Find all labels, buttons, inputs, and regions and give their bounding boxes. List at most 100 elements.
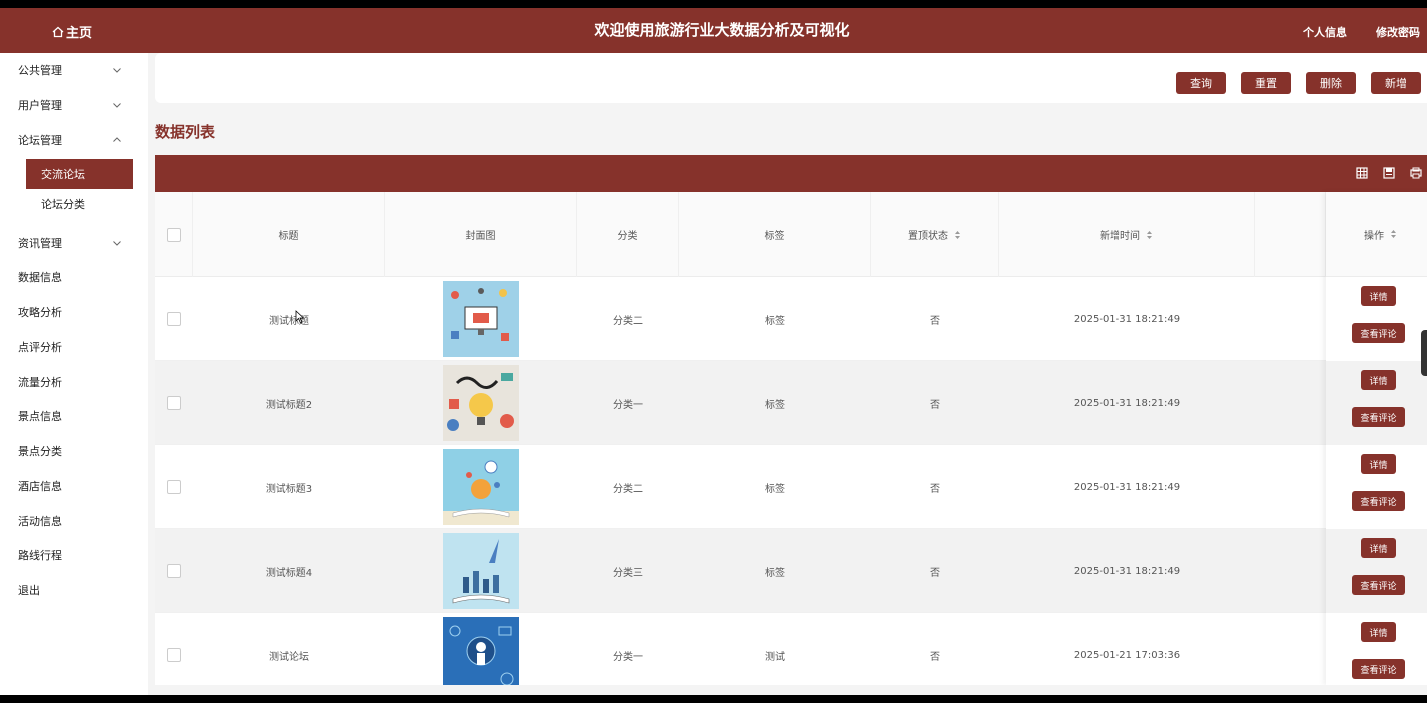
header-checkbox-cell	[155, 192, 193, 277]
cover-image[interactable]	[443, 365, 519, 441]
sidebar-item-activity[interactable]: 活动信息	[18, 511, 130, 531]
view-comments-button[interactable]: 查看评论	[1352, 491, 1405, 511]
sidebar-item-logout[interactable]: 退出	[18, 580, 130, 600]
detail-button[interactable]: 详情	[1361, 286, 1396, 306]
add-button[interactable]: 新增	[1371, 72, 1421, 94]
cell-category: 分类三	[613, 567, 643, 579]
sidebar-item-label: 用户管理	[18, 99, 62, 112]
detail-button[interactable]: 详情	[1361, 454, 1396, 474]
cell-title: 测试标题	[269, 315, 309, 327]
table-toolbar	[155, 155, 1427, 192]
cell-cover	[385, 613, 577, 685]
chevron-down-icon	[113, 241, 121, 246]
change-password-link[interactable]: 修改密码	[1376, 24, 1420, 40]
column-header-label: 置顶状态	[908, 231, 948, 242]
cell-title: 测试标题3	[265, 483, 313, 495]
sidebar-item-hotel[interactable]: 酒店信息	[18, 476, 130, 496]
cell-title: 测试标题2	[265, 399, 313, 411]
row-checkbox-cell	[155, 445, 193, 529]
row-checkbox[interactable]	[167, 312, 181, 326]
export-icon[interactable]	[1383, 167, 1395, 179]
sidebar-item-forum[interactable]: 论坛管理	[18, 130, 130, 150]
sidebar-item-scenic-info[interactable]: 景点信息	[18, 406, 130, 426]
row-checkbox-cell	[155, 613, 193, 685]
table-row: 测试标题 分类二 标签 否 2025-01-31 18:21:49	[155, 277, 1427, 361]
scrollbar-handle[interactable]	[1421, 330, 1427, 376]
query-button[interactable]: 查询	[1176, 72, 1226, 94]
sidebar-item-data[interactable]: 数据信息	[18, 267, 130, 287]
cell-title: 测试标题4	[265, 567, 313, 579]
column-header-title: 标题	[193, 192, 385, 277]
sidebar-item-public[interactable]: 公共管理	[18, 60, 130, 80]
sidebar-item-traffic-analysis[interactable]: 流量分析	[18, 372, 130, 392]
sidebar-subitem-forum-posts[interactable]: 交流论坛	[26, 159, 133, 189]
view-comments-button[interactable]: 查看评论	[1352, 323, 1405, 343]
cell-category: 分类一	[613, 651, 643, 663]
sidebar-subitem-forum-categories[interactable]: 论坛分类	[26, 189, 133, 219]
sidebar-item-scenic-category[interactable]: 景点分类	[18, 441, 130, 461]
chevron-down-icon	[113, 103, 121, 108]
cell-time: 2025-01-31 18:21:49	[1073, 313, 1181, 325]
row-checkbox[interactable]	[167, 648, 181, 662]
column-header-category: 分类	[577, 192, 679, 277]
chevron-down-icon	[113, 68, 121, 73]
row-checkbox[interactable]	[167, 396, 181, 410]
column-header-label: 新增时间	[1100, 231, 1140, 242]
select-all-checkbox[interactable]	[166, 227, 181, 242]
cell-cover	[385, 277, 577, 361]
profile-link[interactable]: 个人信息	[1303, 24, 1347, 40]
cell-tag: 标签	[765, 567, 785, 579]
sidebar-item-news[interactable]: 资讯管理	[18, 233, 130, 253]
sort-icon	[955, 230, 960, 239]
cell-category: 分类二	[613, 315, 643, 327]
cell-pinned: 否	[930, 399, 940, 411]
column-header-time[interactable]: 新增时间	[999, 192, 1255, 277]
delete-button[interactable]: 删除	[1306, 72, 1356, 94]
row-checkbox[interactable]	[167, 480, 181, 494]
cell-pinned: 否	[930, 567, 940, 579]
row-checkbox-cell	[155, 361, 193, 445]
grid-icon[interactable]	[1356, 167, 1368, 179]
cover-image[interactable]	[443, 617, 519, 685]
sidebar-item-route[interactable]: 路线行程	[18, 545, 130, 565]
cell-tag: 标签	[765, 399, 785, 411]
detail-button[interactable]: 详情	[1361, 538, 1396, 558]
cell-tag: 标签	[765, 315, 785, 327]
sidebar-item-label: 资讯管理	[18, 237, 62, 250]
cell-cover	[385, 361, 577, 445]
cell-pinned: 否	[930, 651, 940, 663]
view-comments-button[interactable]: 查看评论	[1352, 659, 1405, 679]
view-comments-button[interactable]: 查看评论	[1352, 407, 1405, 427]
cell-time: 2025-01-31 18:21:49	[1073, 565, 1181, 577]
table-row: 测试标题2 分类一 标签 否 2025-01-31 18:21:49	[155, 361, 1427, 445]
cell-category: 分类二	[613, 483, 643, 495]
column-header-pinned[interactable]: 置顶状态	[871, 192, 999, 277]
chevron-up-icon	[113, 137, 121, 142]
cell-category: 分类一	[613, 399, 643, 411]
cell-title: 测试论坛	[269, 651, 309, 663]
list-title: 数据列表	[155, 123, 216, 141]
view-comments-button[interactable]: 查看评论	[1352, 575, 1405, 595]
mouse-cursor-icon	[295, 310, 305, 324]
detail-button[interactable]: 详情	[1361, 622, 1396, 642]
sort-icon	[1147, 230, 1152, 239]
cell-tag: 测试	[765, 651, 785, 663]
reset-button[interactable]: 重置	[1241, 72, 1291, 94]
cell-cover	[385, 445, 577, 529]
sidebar-item-users[interactable]: 用户管理	[18, 95, 130, 115]
cover-image[interactable]	[443, 281, 519, 357]
top-bar: 主页 欢迎使用旅游行业大数据分析及可视化 个人信息 修改密码	[0, 8, 1427, 53]
sidebar-item-label: 公共管理	[18, 64, 62, 77]
sidebar-item-guide-analysis[interactable]: 攻略分析	[18, 302, 130, 322]
sidebar-item-review-analysis[interactable]: 点评分析	[18, 337, 130, 357]
print-icon[interactable]	[1410, 167, 1422, 179]
row-checkbox-cell	[155, 277, 193, 361]
detail-button[interactable]: 详情	[1361, 370, 1396, 390]
cover-image[interactable]	[443, 533, 519, 609]
sidebar: 公共管理 用户管理 论坛管理 交流论坛 论坛分类 资讯管理 数据信息 攻略分析 …	[0, 53, 148, 695]
data-table: 标题 封面图 分类 标签 置顶状态 新增时间 测试标题 分类二 标签 否 202…	[155, 155, 1427, 685]
actions-column: 操作 详情 查看评论 详情 查看评论 详情 查看评论 详情 查看评论 详情 查看…	[1326, 192, 1427, 685]
row-checkbox[interactable]	[167, 564, 181, 578]
cell-time: 2025-01-21 17:03:36	[1073, 649, 1181, 661]
cover-image[interactable]	[443, 449, 519, 525]
